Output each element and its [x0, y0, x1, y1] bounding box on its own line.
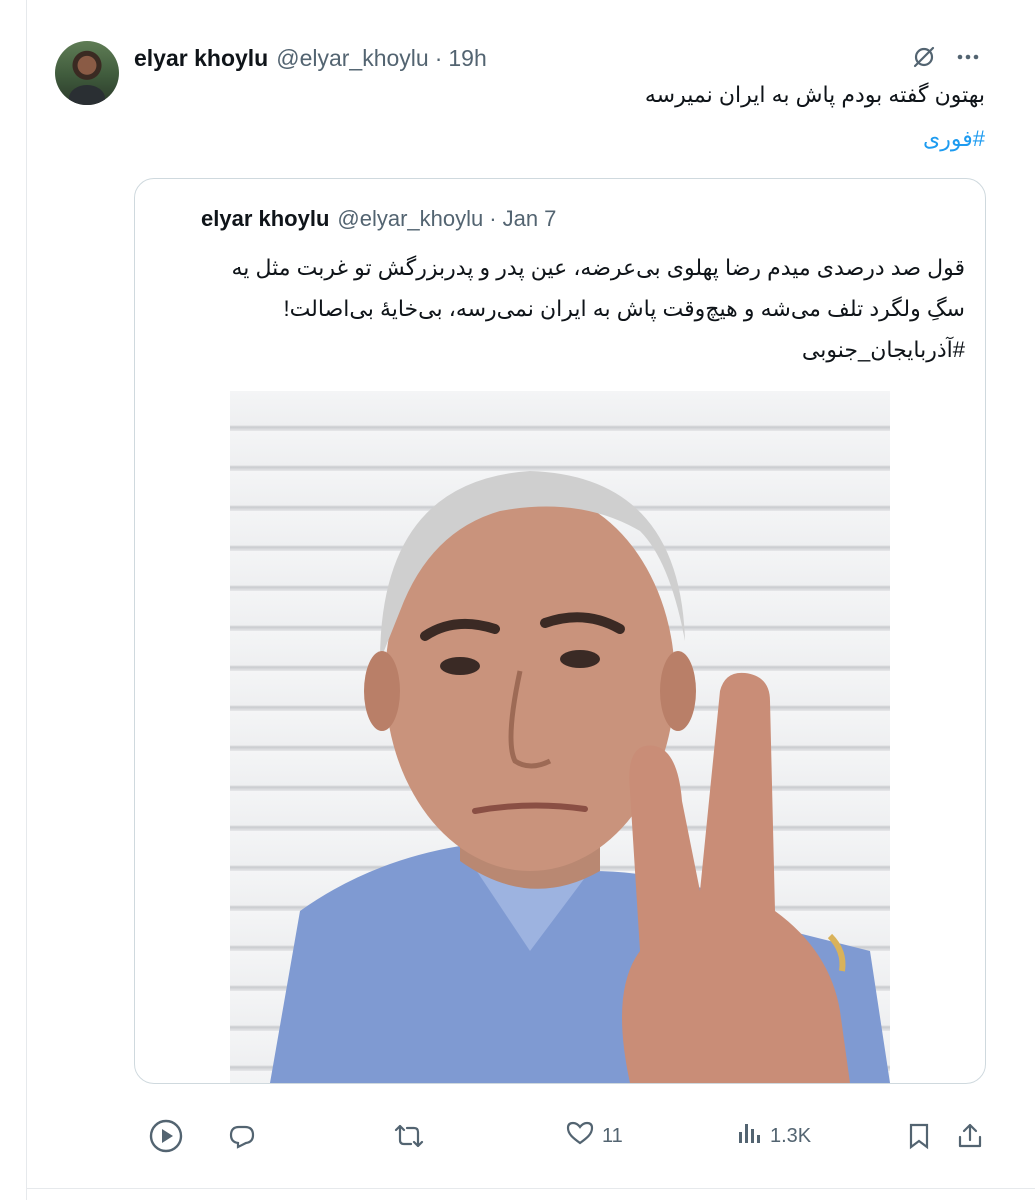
- views-button[interactable]: 1.3K: [736, 1114, 811, 1158]
- separator-dot: ·: [489, 206, 497, 231]
- quoted-tweet-date: Jan 7: [502, 206, 557, 231]
- separator-dot: ·: [434, 44, 443, 71]
- tweet-text: بهتون گفته بودم پاش به ایران نمیرسه: [644, 82, 985, 107]
- like-icon: [566, 1120, 594, 1152]
- views-count: 1.3K: [770, 1124, 812, 1147]
- like-button[interactable]: 11: [566, 1114, 623, 1158]
- video-thumbnail: [270, 471, 890, 1083]
- more-icon[interactable]: [955, 44, 981, 70]
- divider: [26, 1188, 1035, 1189]
- play-icon[interactable]: [148, 1114, 184, 1158]
- retweet-icon[interactable]: [394, 1114, 424, 1158]
- quoted-text-line: قول صد درصدی میدم رضا پهلوی بی‌عرضه، عین…: [231, 255, 965, 280]
- like-count: 11: [602, 1124, 623, 1147]
- quoted-author-name: elyar khoylu: [201, 206, 330, 231]
- quoted-tweet-header: elyar khoylu @elyar_khoylu · Jan 7: [201, 204, 556, 234]
- grok-icon[interactable]: [911, 44, 937, 70]
- bookmark-icon[interactable]: [906, 1114, 932, 1158]
- quoted-hashtag: #آذربایجان_جنوبی: [801, 337, 965, 362]
- tweet-actions: 11 1.3K: [148, 1114, 988, 1158]
- quoted-author-handle: @elyar_khoylu: [337, 206, 484, 231]
- share-icon[interactable]: [956, 1114, 984, 1158]
- tweet-hashtag[interactable]: #فوری: [923, 124, 985, 154]
- views-icon: [736, 1120, 762, 1152]
- author-handle[interactable]: @elyar_khoylu: [276, 45, 428, 72]
- quoted-media-video[interactable]: [230, 391, 890, 1083]
- tweet-timestamp[interactable]: 19h: [448, 45, 486, 72]
- tweet-header: elyar khoylu @elyar_khoylu · 19h: [134, 42, 487, 74]
- quoted-text-line: سگِ ولگرد تلف می‌شه و هیچ‌وقت پاش به ایر…: [283, 296, 965, 321]
- tweet-top-actions: [911, 44, 981, 70]
- author-avatar[interactable]: [55, 41, 119, 105]
- reply-icon[interactable]: [228, 1114, 256, 1158]
- quoted-tweet-card[interactable]: elyar khoylu @elyar_khoylu · Jan 7 قول ص…: [134, 178, 986, 1084]
- author-name[interactable]: elyar khoylu: [134, 45, 268, 72]
- quoted-tweet-text: قول صد درصدی میدم رضا پهلوی بی‌عرضه، عین…: [165, 247, 965, 370]
